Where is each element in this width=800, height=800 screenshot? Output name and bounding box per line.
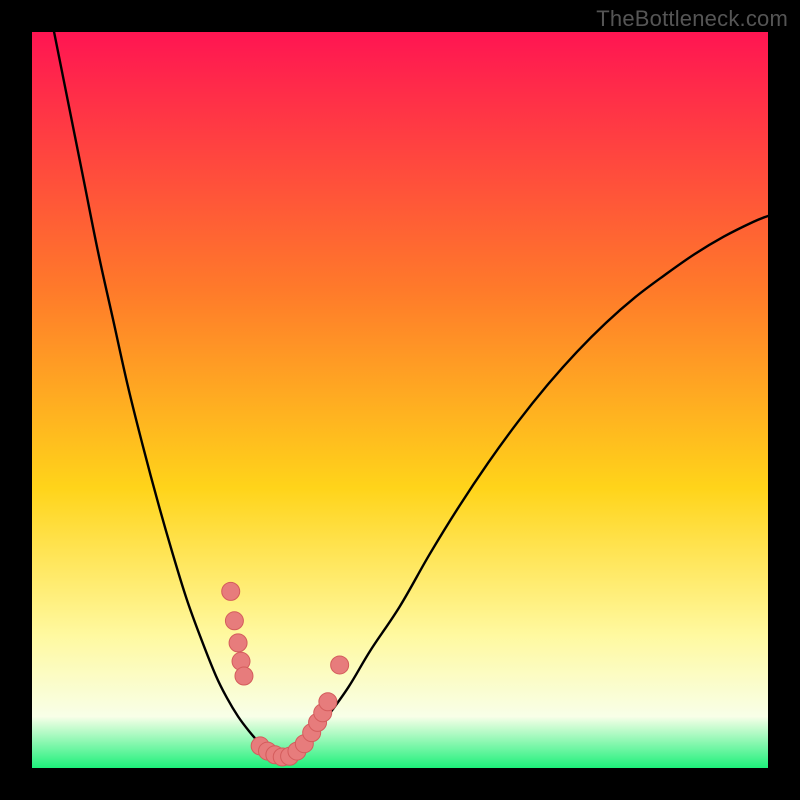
data-marker xyxy=(235,667,253,685)
data-marker xyxy=(331,656,349,674)
data-marker xyxy=(319,693,337,711)
data-marker xyxy=(229,634,247,652)
data-marker xyxy=(222,582,240,600)
data-marker xyxy=(225,612,243,630)
chart-svg xyxy=(32,32,768,768)
plot-area xyxy=(32,32,768,768)
gradient-background xyxy=(32,32,768,768)
attribution-label: TheBottleneck.com xyxy=(596,6,788,32)
chart-frame: TheBottleneck.com xyxy=(0,0,800,800)
